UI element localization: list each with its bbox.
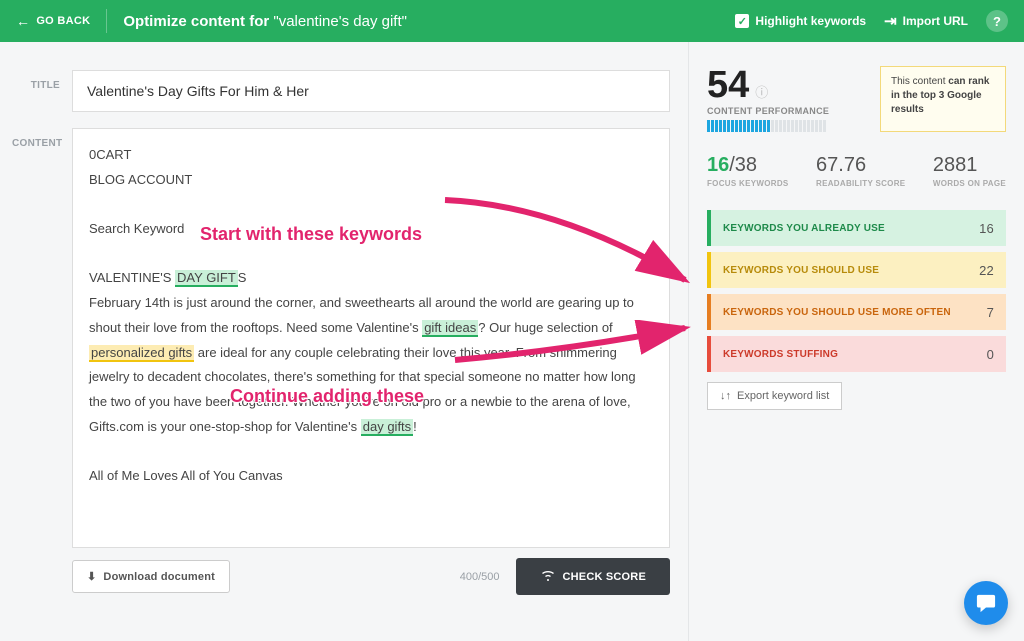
wifi-icon: [540, 569, 556, 584]
download-icon: ⬇: [87, 570, 96, 583]
sort-icon: ↓↑: [720, 390, 731, 402]
editor-column: TITLE CONTENT 0CART BLOG ACCOUNT Search …: [0, 42, 688, 641]
go-back-label: GO BACK: [36, 15, 90, 27]
checkbox-checked-icon: ✓: [735, 14, 749, 28]
keyword-highlight-yellow: personalized gifts: [89, 345, 194, 362]
info-icon[interactable]: ⓘ: [755, 86, 768, 99]
metric-readability: 67.76 READABILITY SCORE: [816, 154, 905, 188]
keyword-highlight-green: DAY GIFT: [175, 270, 238, 287]
metric-focus-keywords: 16/38 FOCUS KEYWORDS: [707, 154, 789, 188]
keywords-stuffing-row[interactable]: KEYWORDS STUFFING 0: [707, 336, 1006, 372]
download-document-button[interactable]: ⬇ Download document: [72, 560, 230, 593]
keywords-should-use-row[interactable]: KEYWORDS YOU SHOULD USE 22: [707, 252, 1006, 288]
export-keyword-list-button[interactable]: ↓↑ Export keyword list: [707, 382, 842, 410]
chat-widget-button[interactable]: [964, 581, 1008, 625]
keywords-use-more-often-row[interactable]: KEYWORDS YOU SHOULD USE MORE OFTEN 7: [707, 294, 1006, 330]
content-textarea[interactable]: 0CART BLOG ACCOUNT Search Keyword VALENT…: [72, 128, 670, 548]
word-count: 400/500: [460, 571, 500, 583]
content-label: CONTENT: [12, 128, 60, 548]
rank-hint-box: This content can rank in the top 3 Googl…: [880, 66, 1006, 132]
title-input[interactable]: [72, 70, 670, 112]
check-score-button[interactable]: CHECK SCORE: [516, 558, 671, 595]
keywords-already-use-row[interactable]: KEYWORDS YOU ALREADY USE 16: [707, 210, 1006, 246]
header-divider: [106, 9, 107, 33]
go-back-button[interactable]: ← GO BACK: [16, 13, 90, 29]
header: ← GO BACK Optimize content for "valentin…: [0, 0, 1024, 42]
help-button[interactable]: ?: [986, 10, 1008, 32]
chat-icon: [975, 593, 997, 613]
score-progress: [707, 120, 829, 132]
import-url-button[interactable]: ⇥ Import URL: [884, 12, 968, 30]
keyword-highlight-green: day gifts: [361, 419, 413, 436]
page-title: Optimize content for "valentine's day gi…: [123, 13, 407, 30]
sidebar: 54 ⓘ CONTENT PERFORMANCE This content ca…: [688, 42, 1024, 641]
keyword-highlight-green: gift ideas: [422, 320, 478, 337]
title-label: TITLE: [12, 70, 60, 112]
metric-words: 2881 WORDS ON PAGE: [933, 154, 1006, 188]
highlight-keywords-toggle[interactable]: ✓ Highlight keywords: [735, 14, 866, 28]
content-score: 54 ⓘ: [707, 66, 829, 104]
import-icon: ⇥: [884, 12, 897, 30]
arrow-left-icon: ←: [16, 13, 30, 29]
